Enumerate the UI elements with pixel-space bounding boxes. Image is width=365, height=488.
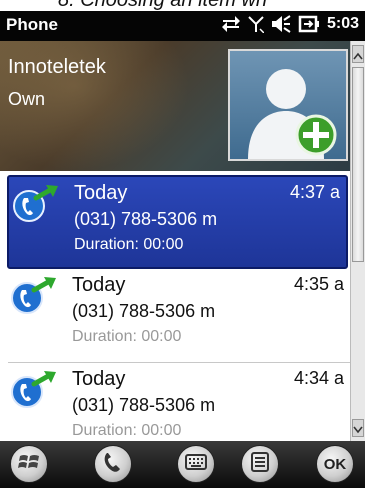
data-transfer-icon: [221, 15, 241, 33]
call-duration: Duration: 00:00: [72, 328, 182, 345]
call-time: 4:37 a: [289, 182, 340, 202]
chevron-up-icon: [353, 45, 363, 64]
start-button[interactable]: [10, 445, 48, 483]
call-list-item[interactable]: Today 4:34 a (031) 788-5306 m Duration: …: [0, 363, 350, 441]
battery-charging-icon: [298, 15, 320, 33]
outgoing-call-icon: [12, 184, 64, 224]
app-title[interactable]: Phone: [6, 15, 58, 35]
contact-photo[interactable]: [228, 49, 348, 161]
contact-name: Innoteletek: [8, 56, 106, 78]
call-duration: Duration: 00:00: [72, 422, 182, 439]
scroll-thumb[interactable]: [352, 67, 364, 262]
call-number: (031) 788-5306 m: [72, 301, 216, 321]
taskbar: OK: [0, 441, 365, 488]
scroll-up-button[interactable]: [352, 45, 364, 63]
call-day: Today: [72, 368, 126, 390]
menu-button[interactable]: [241, 445, 279, 483]
caption-strip: 8. Choosing an item wh: [0, 0, 365, 11]
scroll-down-button[interactable]: [352, 419, 364, 437]
status-icons[interactable]: 5:03: [221, 15, 359, 33]
ok-label: OK: [323, 455, 347, 473]
call-number: (031) 788-5306 m: [74, 209, 218, 229]
clock[interactable]: 5:03: [327, 15, 359, 33]
call-time: 4:35 a: [293, 274, 344, 294]
caption-text: 8. Choosing an item wh: [58, 0, 268, 11]
speaker-icon: [271, 15, 291, 33]
call-list-item[interactable]: Today 4:35 a (031) 788-5306 m Duration: …: [0, 269, 350, 363]
phone-icon: [102, 451, 124, 477]
scrollbar[interactable]: [350, 41, 365, 441]
signal-icon: [248, 15, 264, 33]
keyboard-icon: [185, 454, 207, 474]
call-day: Today: [72, 274, 126, 296]
status-bar: Phone 5:03: [0, 11, 365, 41]
call-duration: Duration: 00:00: [74, 236, 184, 253]
contact-header: Innoteletek Own: [0, 41, 350, 171]
outgoing-call-icon: [10, 370, 62, 410]
add-contact-photo-icon: [230, 69, 346, 163]
keyboard-button[interactable]: [177, 445, 215, 483]
call-number: (031) 788-5306 m: [72, 395, 216, 415]
call-list-item[interactable]: Today 4:37 a (031) 788-5306 m Duration: …: [7, 175, 348, 269]
call-history-list: Today 4:37 a (031) 788-5306 m Duration: …: [0, 171, 350, 441]
call-day: Today: [74, 182, 128, 204]
menu-icon: [251, 452, 269, 476]
ok-button[interactable]: OK: [316, 445, 354, 483]
call-time: 4:34 a: [293, 368, 344, 388]
chevron-down-icon: [353, 419, 363, 438]
start-icon: [18, 452, 40, 476]
outgoing-call-icon: [10, 276, 62, 316]
phone-button[interactable]: [94, 445, 132, 483]
contact-label: Own: [8, 89, 46, 109]
